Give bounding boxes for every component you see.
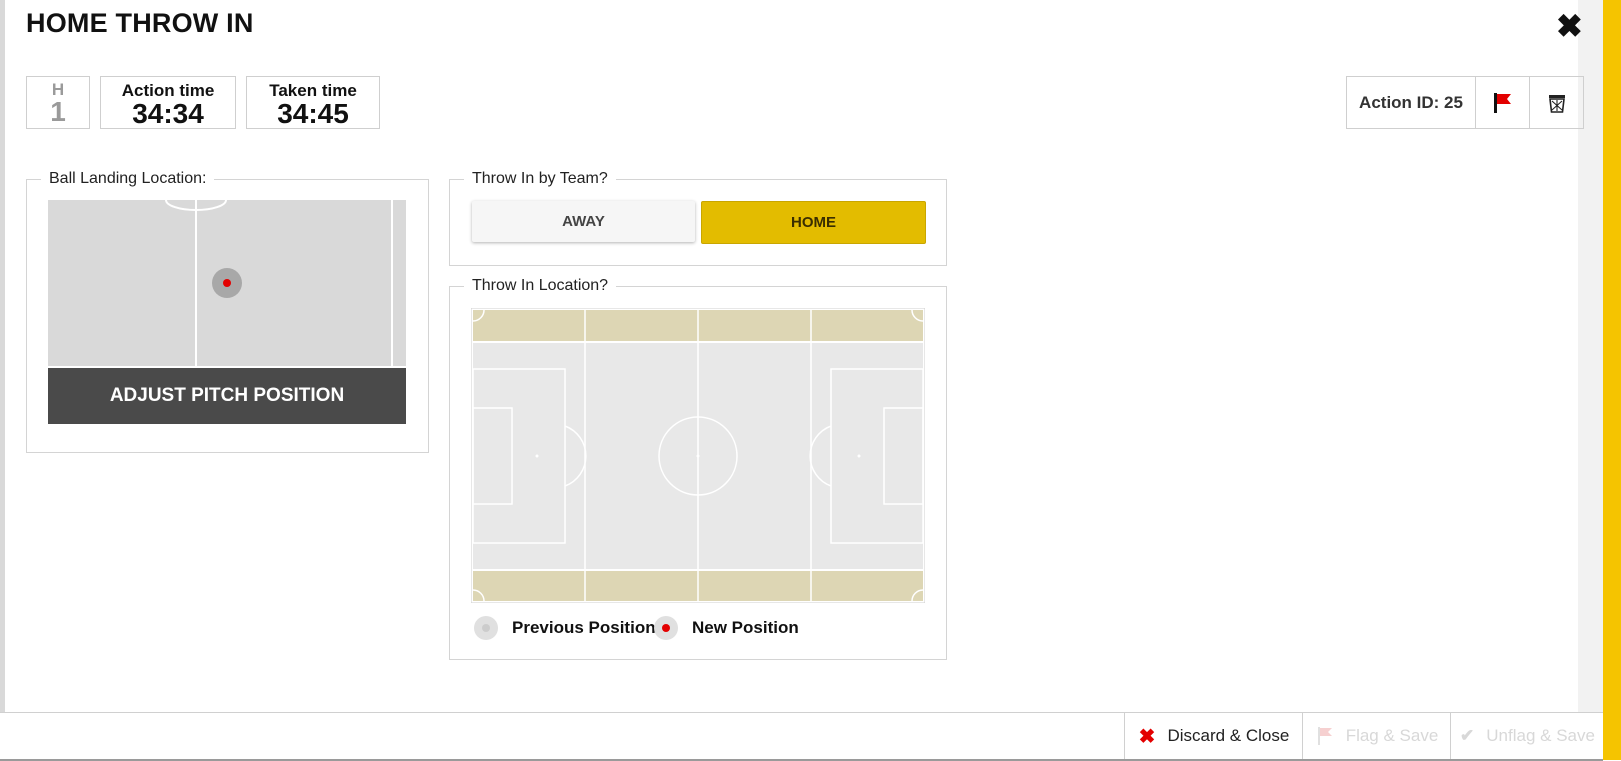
discard-close-button[interactable]: ✖ Discard & Close	[1124, 713, 1303, 759]
action-time-value: 34:34	[132, 98, 204, 129]
right-accent-bar	[1603, 0, 1621, 760]
trash-icon	[1548, 94, 1565, 113]
throw-in-location-legend: Throw In Location?	[472, 277, 609, 294]
new-position-label: New Position	[692, 618, 799, 637]
action-time-box: Action time 34:34	[100, 76, 236, 129]
legend-new-position: New Position	[654, 616, 799, 640]
discard-close-label: Discard & Close	[1167, 726, 1290, 745]
footer-bar: ✖ Discard & Close Flag & Save ✔ Unflag &…	[0, 712, 1603, 761]
throw-in-team-legend: Throw In by Team?	[472, 170, 608, 187]
taken-time-value: 34:45	[277, 98, 349, 129]
legend-previous-position: Previous Position	[474, 616, 656, 640]
action-bar: Action ID: 25	[1346, 76, 1584, 129]
taken-time-box: Taken time 34:45	[246, 76, 380, 129]
ball-landing-legend: Ball Landing Location:	[49, 170, 207, 187]
previous-position-marker	[474, 616, 498, 640]
period-number: 1	[50, 96, 66, 127]
previous-position-label: Previous Position	[512, 618, 656, 637]
flag-button[interactable]	[1476, 77, 1529, 128]
away-team-button[interactable]: AWAY	[472, 201, 695, 242]
delete-button[interactable]	[1529, 77, 1583, 128]
period-box: H 1	[26, 76, 90, 129]
ball-landing-pitch[interactable]	[48, 200, 406, 366]
left-edge-strip	[0, 0, 5, 712]
previous-position-dot	[482, 624, 490, 632]
unflag-save-button[interactable]: ✔ Unflag & Save	[1450, 713, 1604, 759]
new-position-marker	[654, 616, 678, 640]
flag-icon	[1317, 727, 1332, 745]
new-position-dot	[662, 624, 670, 632]
action-id-label: Action ID: 25	[1347, 77, 1476, 128]
close-icon: ✖	[1138, 725, 1156, 748]
adjust-pitch-position-button[interactable]: ADJUST PITCH POSITION	[48, 368, 406, 424]
home-team-button[interactable]: HOME	[701, 201, 926, 244]
flag-save-label: Flag & Save	[1345, 726, 1439, 745]
throw-in-pitch[interactable]	[471, 308, 925, 603]
flag-save-button[interactable]: Flag & Save	[1302, 713, 1451, 759]
page-title: HOME THROW IN	[26, 8, 254, 38]
check-icon: ✔	[1460, 726, 1475, 745]
close-icon[interactable]: ✖	[1556, 10, 1583, 42]
unflag-save-label: Unflag & Save	[1486, 726, 1595, 745]
flag-icon	[1493, 92, 1511, 113]
